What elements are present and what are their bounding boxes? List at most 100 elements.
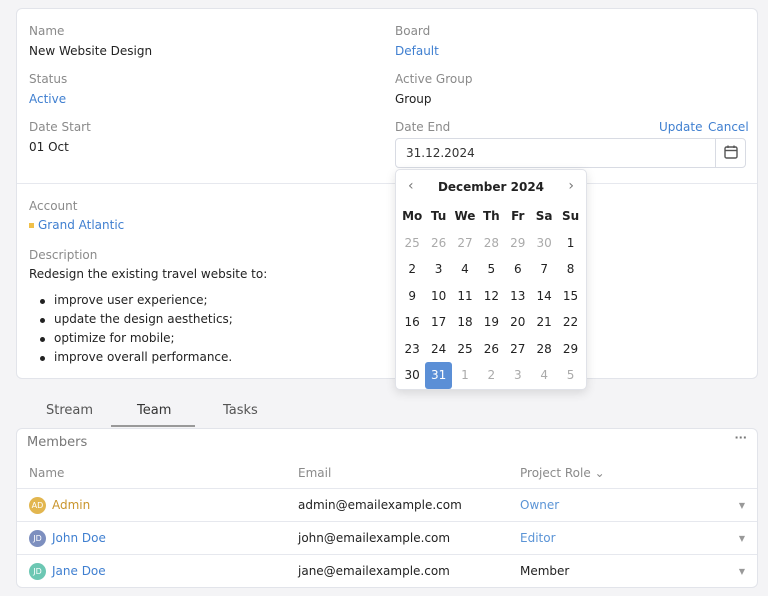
calendar-day[interactable]: 10 <box>425 283 451 310</box>
status-label: Status <box>29 72 68 86</box>
calendar-day[interactable]: 4 <box>531 362 557 389</box>
calendar-day[interactable]: 13 <box>505 283 531 310</box>
active-tab-indicator <box>111 425 195 427</box>
calendar-day[interactable]: 14 <box>531 283 557 310</box>
calendar-day[interactable]: 17 <box>425 309 451 336</box>
date-end-input[interactable]: 31.12.2024 <box>395 138 746 168</box>
calendar-day[interactable]: 1 <box>557 230 583 257</box>
calendar-button[interactable] <box>715 139 745 167</box>
description-label: Description <box>29 248 98 262</box>
calendar-day[interactable]: 26 <box>478 336 504 363</box>
active-group-label: Active Group <box>395 72 473 86</box>
active-group-value: Group <box>395 92 432 106</box>
calendar-day[interactable]: 19 <box>478 309 504 336</box>
name-label: Name <box>29 24 65 38</box>
calendar-day[interactable]: 23 <box>399 336 425 363</box>
account-label: Account <box>29 199 78 213</box>
calendar-day[interactable]: 8 <box>557 256 583 283</box>
member-email: john@emailexample.com <box>298 531 451 545</box>
date-start-label: Date Start <box>29 120 91 134</box>
calendar-day[interactable]: 15 <box>557 283 583 310</box>
weekday-header: Mo <box>402 209 423 224</box>
description-item: optimize for mobile; <box>37 329 233 348</box>
calendar-day[interactable]: 3 <box>505 362 531 389</box>
calendar-day[interactable]: 25 <box>452 336 478 363</box>
calendar-day[interactable]: 27 <box>505 336 531 363</box>
date-start-value: 01 Oct <box>29 140 69 154</box>
calendar-day[interactable]: 2 <box>478 362 504 389</box>
description-item: improve user experience; <box>37 291 233 310</box>
next-month-icon[interactable]: › <box>568 178 574 194</box>
avatar: JD <box>29 563 46 580</box>
member-name-link[interactable]: Admin <box>52 498 90 512</box>
description-intro: Redesign the existing travel website to: <box>29 267 268 281</box>
calendar-day[interactable]: 27 <box>452 230 478 257</box>
weekday-header: Sa <box>535 209 553 224</box>
calendar-day[interactable]: 24 <box>425 336 451 363</box>
more-options-icon[interactable]: ··· <box>734 431 747 444</box>
calendar-day[interactable]: 20 <box>505 309 531 336</box>
tab-team[interactable]: Team <box>137 403 171 418</box>
account-link[interactable]: Grand Atlantic <box>38 218 124 232</box>
calendar-day[interactable]: 7 <box>531 256 557 283</box>
calendar-grid: Mo Tu We Th Fr Sa Su 25 26 27 28 29 30 1 2 3 4 5 6 7 8 9 10 11 1… <box>399 203 584 389</box>
tab-tasks[interactable]: Tasks <box>223 403 258 418</box>
account-color-icon <box>29 223 34 228</box>
calendar-day[interactable]: 26 <box>425 230 451 257</box>
calendar-day[interactable]: 30 <box>399 362 425 389</box>
calendar-day[interactable]: 5 <box>478 256 504 283</box>
calendar-day[interactable]: 28 <box>478 230 504 257</box>
calendar-day[interactable]: 5 <box>557 362 583 389</box>
member-row: JD John Doe john@emailexample.com Editor… <box>17 521 757 554</box>
calendar-day[interactable]: 18 <box>452 309 478 336</box>
member-role[interactable]: Editor <box>520 531 556 545</box>
calendar-day[interactable]: 22 <box>557 309 583 336</box>
calendar-day[interactable]: 9 <box>399 283 425 310</box>
calendar-day[interactable]: 25 <box>399 230 425 257</box>
weekday-header: Th <box>483 209 500 224</box>
update-button[interactable]: Update <box>659 120 702 134</box>
calendar-day[interactable]: 4 <box>452 256 478 283</box>
calendar-day[interactable]: 29 <box>557 336 583 363</box>
calendar-day[interactable]: 11 <box>452 283 478 310</box>
calendar-icon <box>724 145 738 159</box>
column-header-email: Email <box>298 466 332 480</box>
calendar-day[interactable]: 28 <box>531 336 557 363</box>
calendar-day[interactable]: 2 <box>399 256 425 283</box>
calendar-day[interactable]: 21 <box>531 309 557 336</box>
status-value: Active <box>29 92 67 106</box>
board-link[interactable]: Default <box>395 44 439 58</box>
weekday-header: Tu <box>430 209 447 224</box>
name-value: New Website Design <box>29 44 153 58</box>
calendar-day[interactable]: 30 <box>531 230 557 257</box>
calendar-day[interactable]: 3 <box>425 256 451 283</box>
role-dropdown-caret-icon[interactable]: ▼ <box>739 534 745 543</box>
member-email: jane@emailexample.com <box>298 564 450 578</box>
member-role[interactable]: Member <box>520 564 569 578</box>
date-end-value: 31.12.2024 <box>406 146 475 160</box>
cancel-button[interactable]: Cancel <box>708 120 749 134</box>
role-dropdown-caret-icon[interactable]: ▼ <box>739 567 745 576</box>
member-name-link[interactable]: John Doe <box>52 531 106 545</box>
calendar-day[interactable]: 6 <box>505 256 531 283</box>
column-header-role[interactable]: Project Role ⌄ <box>520 466 605 480</box>
avatar: JD <box>29 530 46 547</box>
weekday-header: We <box>454 209 476 224</box>
calendar-day[interactable]: 12 <box>478 283 504 310</box>
description-item: improve overall performance. <box>37 348 233 367</box>
calendar-day-selected[interactable]: 31 <box>425 362 452 389</box>
member-role[interactable]: Owner <box>520 498 559 512</box>
date-end-label: Date End <box>395 120 451 134</box>
tab-stream[interactable]: Stream <box>46 403 93 418</box>
calendar-day[interactable]: 16 <box>399 309 425 336</box>
description-list: improve user experience; update the desi… <box>37 291 233 367</box>
role-dropdown-caret-icon[interactable]: ▼ <box>739 501 745 510</box>
details-panel: Name New Website Design Board Default St… <box>16 8 758 379</box>
member-name-link[interactable]: Jane Doe <box>52 564 106 578</box>
calendar-day[interactable]: 1 <box>452 362 478 389</box>
calendar-day[interactable]: 29 <box>505 230 531 257</box>
weekday-header: Fr <box>511 209 525 224</box>
members-title: Members <box>27 435 88 450</box>
members-panel: Members ··· Name Email Project Role ⌄ AD… <box>16 428 758 588</box>
calendar-month-label: December 2024 <box>437 180 545 194</box>
